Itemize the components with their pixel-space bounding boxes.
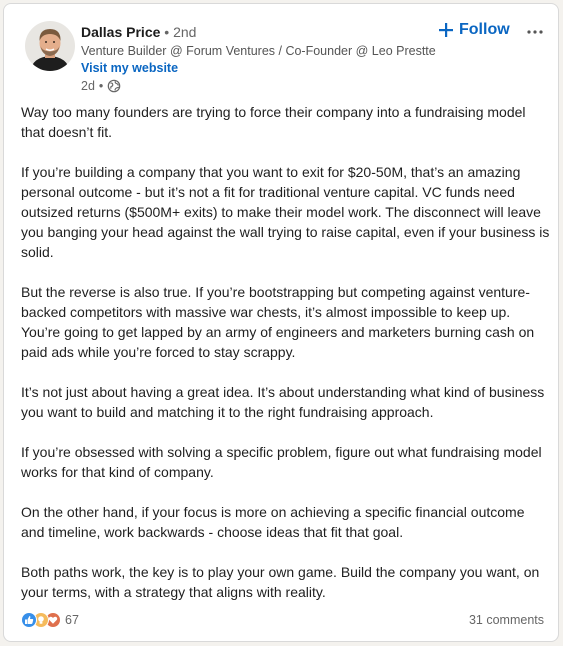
more-options-button[interactable] [522,18,548,42]
post-paragraph: But the reverse is also true. If you’re … [21,284,535,360]
reactions-summary[interactable]: 67 [21,612,79,628]
comments-count-link[interactable]: 31 comments [469,613,544,627]
social-counts: 67 31 comments [21,610,544,630]
reaction-icons [21,612,61,628]
post-paragraph: If you’re obsessed with solving a specif… [21,444,542,480]
post-paragraph: It’s not just about having a great idea.… [21,384,545,420]
post-time: 2d [81,79,95,93]
like-icon [21,612,37,628]
post-paragraph: Way too many founders are trying to forc… [21,104,526,140]
avatar[interactable] [25,21,75,71]
post-paragraph: If you’re building a company that you wa… [21,164,550,260]
meta-bullet: • [98,79,104,93]
degree-separator: • [164,24,170,40]
follow-label: Follow [459,21,510,38]
plus-icon [439,23,453,37]
visit-website-link[interactable]: Visit my website [81,60,178,76]
post-paragraph: On the other hand, if your focus is more… [21,504,525,540]
post-paragraph: Both paths work, the key is to play your… [21,564,540,600]
author-headline: Venture Builder @ Forum Ventures / Co-Fo… [81,44,436,58]
post-card: Dallas Price • 2nd Venture Builder @ For… [3,3,559,642]
author-line: Dallas Price • 2nd [81,23,196,41]
post-body: Way too many founders are trying to forc… [21,102,551,622]
post-meta: 2d • [81,77,121,95]
follow-button[interactable]: Follow [435,17,514,43]
ellipsis-icon [527,21,543,39]
avatar-photo [25,21,75,71]
post-header: Dallas Price • 2nd Venture Builder @ For… [4,4,558,100]
connection-degree: 2nd [173,24,197,40]
author-name[interactable]: Dallas Price [81,24,160,40]
globe-icon [107,79,121,93]
reaction-count: 67 [65,613,79,627]
